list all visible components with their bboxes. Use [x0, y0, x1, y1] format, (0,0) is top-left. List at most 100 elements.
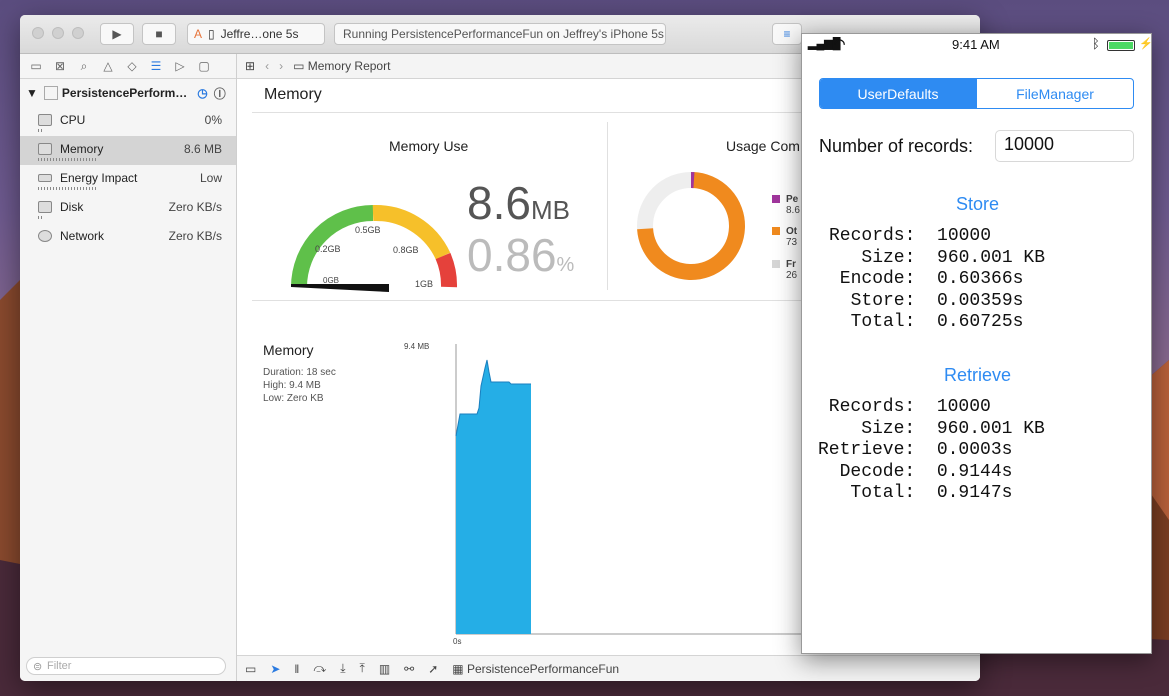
process-name: PersistencePerform…	[61, 86, 188, 100]
step-into-icon[interactable]: ⤓	[340, 661, 345, 676]
gauge-value: Low	[199, 171, 222, 185]
records-label: Number of records:	[819, 136, 974, 156]
gauge-energy[interactable]: Energy Impact Low	[20, 165, 236, 194]
pause-icon[interactable]: ‖	[294, 662, 299, 676]
legend-swatch	[772, 195, 780, 203]
step-out-icon[interactable]: ⤒	[360, 661, 365, 676]
jump-bar-crumb[interactable]: ▭ Memory Report	[293, 59, 390, 73]
memory-percent-unit: %	[556, 254, 575, 276]
stop-button[interactable]: ■	[142, 23, 176, 45]
debug-bar: ▭ ➤ ‖ ⤼ ⤓ ⤒ ▥ ⚯ ➚ ▦ PersistencePerforman…	[237, 655, 980, 681]
related-items-icon[interactable]: ⊞	[245, 59, 255, 73]
legend-sub: 73	[786, 237, 798, 248]
step-over-icon[interactable]: ⤼	[313, 661, 326, 676]
legend-item-other: Ot 73	[772, 226, 797, 248]
report-title: Memory	[264, 86, 322, 103]
process-selector[interactable]: ▦ PersistencePerformanceFun	[452, 662, 619, 676]
filter-placeholder: Filter	[47, 660, 72, 672]
memory-chip-icon: ▭	[293, 59, 308, 73]
gauge-cpu[interactable]: CPU 0%	[20, 107, 236, 136]
view-hierarchy-icon[interactable]: ▥	[379, 662, 390, 676]
divider	[607, 122, 608, 290]
gauge-value: 8.6 MB	[183, 142, 222, 156]
gauge-sparkline	[38, 216, 42, 219]
memory-graph-icon[interactable]: ⚯	[404, 662, 414, 676]
play-icon: ▶	[112, 27, 122, 41]
legend-label: Pe	[786, 194, 799, 205]
warning-icon[interactable]: △	[96, 54, 120, 78]
stop-icon: ■	[155, 27, 163, 41]
close-window-button[interactable]	[32, 27, 44, 39]
store-heading: Store	[955, 194, 1000, 214]
device-icon: ▯	[208, 27, 215, 41]
scheme-selector[interactable]: A ▯ Jeffre…one 5s	[187, 23, 325, 45]
battery-icon	[1107, 40, 1135, 51]
breakpoints-toggle-icon[interactable]: ➤	[270, 662, 280, 676]
timeline-low: Low: Zero KB	[263, 393, 324, 404]
gauge-tick-label: 0.8GB	[393, 245, 419, 255]
standard-editor-button[interactable]: ≡	[772, 23, 802, 45]
memory-gauge: 0GB 0.2GB 0.5GB 0.8GB 1GB	[291, 204, 457, 292]
editor-lines-icon: ≡	[783, 27, 791, 41]
battery-icon	[38, 174, 52, 182]
gauge-label: Memory	[60, 142, 104, 156]
search-icon[interactable]: ⌕	[72, 54, 96, 78]
gauge-sparkline	[38, 187, 96, 190]
timeline-high: High: 9.4 MB	[263, 380, 321, 391]
navigator-filter-field[interactable]: ⊜ Filter	[26, 657, 226, 675]
storage-segmented-control: UserDefaults FileManager	[819, 78, 1134, 109]
location-icon[interactable]: ➚	[428, 662, 438, 676]
gauge-tick-label: 0GB	[323, 276, 339, 285]
activity-status: Running PersistencePerformanceFun on Jef…	[343, 27, 664, 41]
gauge-icon[interactable]: ◷	[197, 86, 207, 100]
segment-filemanager[interactable]: FileManager	[976, 79, 1133, 108]
records-input[interactable]: 10000	[995, 130, 1134, 162]
gauge-tick-label: 0.5GB	[355, 225, 381, 235]
hide-debug-area-icon[interactable]: ▭	[245, 662, 256, 676]
memory-value-unit: MB	[530, 195, 570, 225]
gauge-red-arc	[435, 252, 457, 288]
memory-icon	[38, 143, 52, 155]
run-button[interactable]: ▶	[100, 23, 134, 45]
gauge-sparkline	[38, 129, 42, 132]
gauge-tick-label: 1GB	[415, 279, 433, 289]
folder-icon[interactable]: ▭	[24, 54, 48, 78]
gauge-value: Zero KB/s	[168, 200, 222, 214]
memory-percent-number: 0.86	[467, 229, 557, 281]
debug-navigator: ▭ ⊠ ⌕ △ ◇ ☰ ▷ ▢ ▼ PersistencePerform… ◷ …	[20, 54, 237, 681]
gauge-value: Zero KB/s	[168, 229, 222, 243]
memory-area	[456, 360, 531, 634]
breakpoint-icon[interactable]: ▷	[168, 54, 192, 78]
cpu-icon	[38, 114, 52, 126]
x-start-label: 0s	[453, 637, 461, 646]
process-row[interactable]: ▼ PersistencePerform… ◷ Ⓘ	[20, 79, 236, 107]
gauge-needle	[291, 284, 389, 292]
legend-item-free: Fr 26	[772, 259, 797, 281]
threads-icon[interactable]: Ⓘ	[214, 85, 226, 102]
gauge-label: Network	[60, 229, 105, 243]
segment-userdefaults[interactable]: UserDefaults	[820, 79, 976, 108]
retrieve-results: Records: 10000 Size: 960.001 KB Retrieve…	[818, 397, 1045, 504]
legend-swatch	[772, 260, 780, 268]
disk-icon	[38, 201, 52, 213]
test-icon[interactable]: ◇	[120, 54, 144, 78]
zoom-window-button[interactable]	[72, 27, 84, 39]
gauge-memory[interactable]: Memory 8.6 MB	[20, 136, 236, 165]
gauge-network[interactable]: Network Zero KB/s	[20, 223, 236, 252]
back-arrow-icon[interactable]: ‹	[265, 59, 269, 73]
minimize-window-button[interactable]	[52, 27, 64, 39]
timeline-duration: Duration: 18 sec	[263, 367, 336, 378]
disclosure-triangle-icon[interactable]: ▼	[26, 86, 38, 100]
report-icon[interactable]: ▢	[192, 54, 216, 78]
timeline-title: Memory	[263, 342, 314, 358]
debug-navigator-icon[interactable]: ☰	[144, 54, 168, 78]
gauge-label: Energy Impact	[60, 171, 138, 185]
forward-arrow-icon[interactable]: ›	[279, 59, 283, 73]
gauge-disk[interactable]: Disk Zero KB/s	[20, 194, 236, 223]
symbol-icon[interactable]: ⊠	[48, 54, 72, 78]
bluetooth-icon: ᛒ	[1092, 36, 1100, 51]
legend-swatch	[772, 227, 780, 235]
status-time: 9:41 AM	[952, 37, 1000, 52]
legend-sub: 26	[786, 270, 798, 281]
memory-percent: 0.86%	[467, 228, 574, 282]
